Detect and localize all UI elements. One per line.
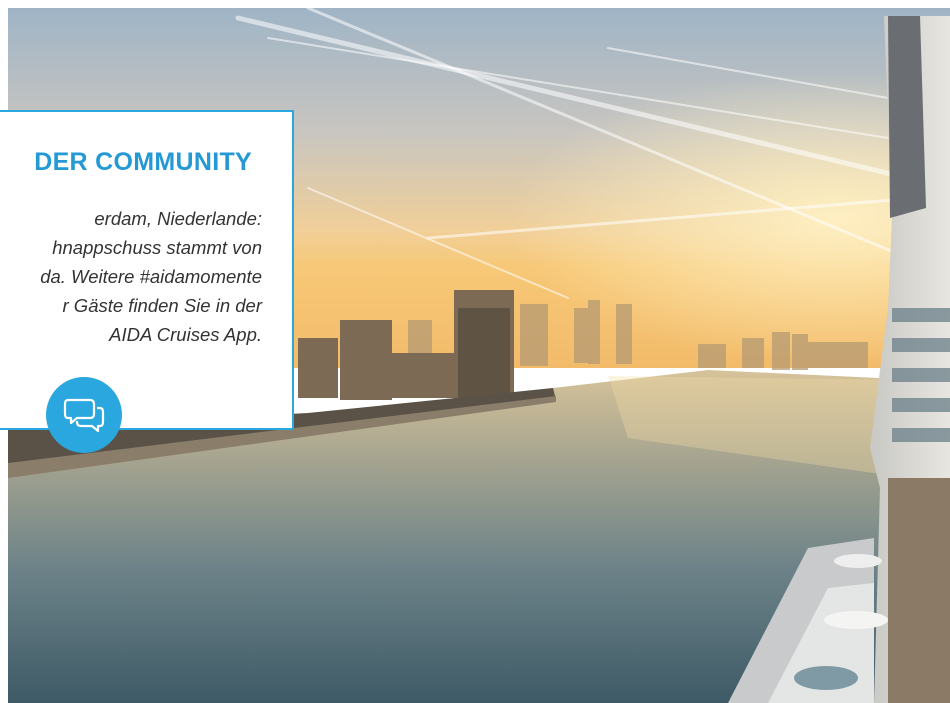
community-chat-button[interactable] [46, 377, 122, 453]
card-title: DER COMMUNITY [34, 148, 252, 176]
community-card: DER COMMUNITY erdam, Niederlande: hnapps… [0, 110, 294, 430]
card-description: erdam, Niederlande: hnappschuss stammt v… [0, 204, 262, 349]
card-line: erdam, Niederlande: [94, 208, 262, 229]
card-line: hnappschuss stammt von [52, 237, 262, 258]
speech-bubbles-icon [63, 396, 105, 434]
card-line: AIDA Cruises App. [109, 324, 262, 345]
card-line: r Gäste finden Sie in der [62, 295, 263, 316]
card-line: da. Weitere #aidamomente [40, 266, 262, 287]
